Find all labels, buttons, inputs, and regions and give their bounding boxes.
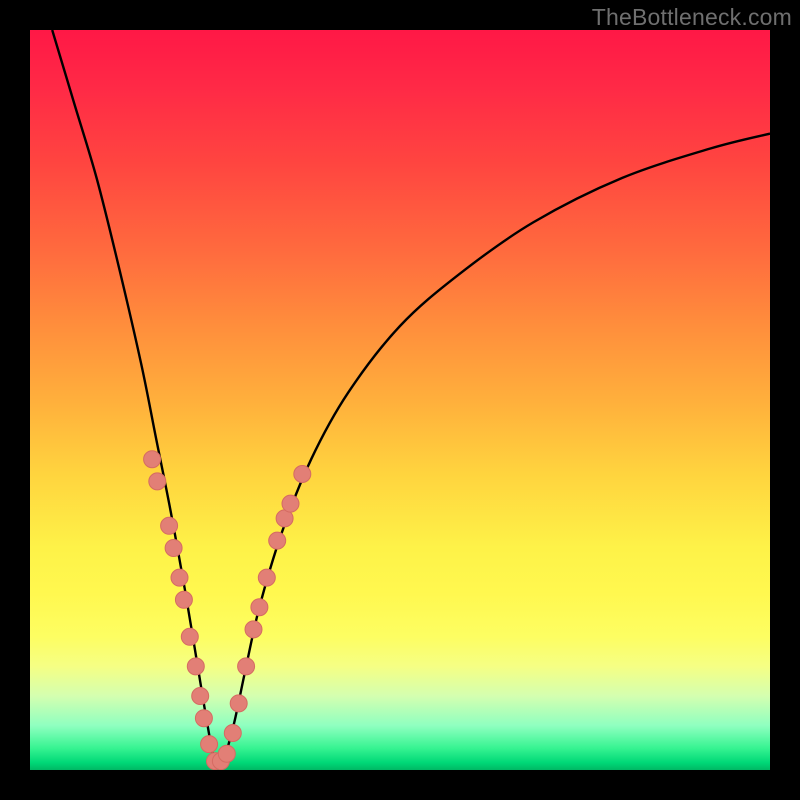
- sample-dot: [238, 658, 255, 675]
- plot-area: [30, 30, 770, 770]
- sample-dot: [175, 591, 192, 608]
- sample-dot: [144, 451, 161, 468]
- chart-frame: TheBottleneck.com: [0, 0, 800, 800]
- sample-dot: [192, 688, 209, 705]
- sample-dot: [161, 517, 178, 534]
- sample-dot: [258, 569, 275, 586]
- sample-dot: [165, 540, 182, 557]
- sample-dot: [171, 569, 188, 586]
- chart-svg: [30, 30, 770, 770]
- sample-dot: [251, 599, 268, 616]
- sample-dot: [181, 628, 198, 645]
- sample-dot: [149, 473, 166, 490]
- sample-dot: [269, 532, 286, 549]
- sample-dot: [245, 621, 262, 638]
- sample-dot: [230, 695, 247, 712]
- sample-dot: [294, 466, 311, 483]
- sample-dot: [218, 745, 235, 762]
- sample-dot: [187, 658, 204, 675]
- sample-dot: [282, 495, 299, 512]
- sample-dot: [224, 725, 241, 742]
- sample-dot: [201, 736, 218, 753]
- watermark-text: TheBottleneck.com: [592, 4, 792, 31]
- sample-dot: [195, 710, 212, 727]
- bottleneck-curve: [52, 30, 770, 767]
